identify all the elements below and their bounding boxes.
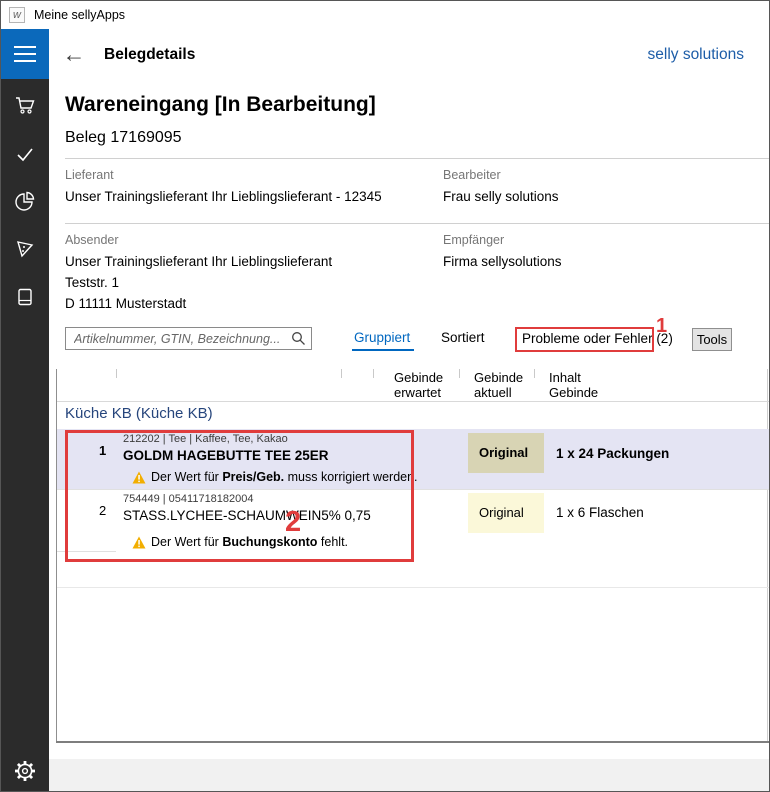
annotation-callout-2: 2 [285, 506, 301, 539]
hamburger-menu-button[interactable] [1, 29, 49, 79]
hamburger-icon [14, 46, 36, 48]
divider [65, 158, 770, 159]
footer-bar [49, 759, 770, 792]
annotation-box-2 [65, 430, 414, 562]
pennant-icon[interactable] [14, 238, 36, 260]
annotation-callout-1: 1 [656, 315, 667, 338]
absender-line: Unser Trainingslieferant Ihr Lieblingsli… [65, 254, 332, 269]
page-title: Belegdetails [104, 46, 195, 64]
gear-icon[interactable] [14, 760, 36, 782]
absender-label: Absender [65, 233, 119, 247]
group-header[interactable]: Küche KB (Küche KB) [65, 405, 213, 422]
table-border-right [767, 369, 768, 743]
window-titlebar: w Meine sellyApps [1, 1, 769, 29]
table-border-bottom [56, 741, 770, 743]
lieferant-label: Lieferant [65, 168, 114, 182]
gebinde-badge[interactable]: Original [468, 433, 544, 473]
column-header-gebinde-erwartet[interactable]: Gebinde erwartet [394, 370, 443, 400]
tools-button[interactable]: Tools [692, 328, 732, 351]
app-logo-icon: w [9, 7, 25, 23]
column-header-gebinde-aktuell[interactable]: Gebinde aktuell [474, 370, 523, 400]
empfaenger-label: Empfänger [443, 233, 504, 247]
book-icon[interactable] [14, 286, 36, 308]
cart-icon[interactable] [14, 94, 36, 116]
window-title: Meine sellyApps [34, 1, 125, 29]
back-button[interactable]: ← [59, 39, 89, 69]
search-icon [291, 331, 306, 346]
divider [65, 223, 770, 224]
inhalt-gebinde-cell: 1 x 24 Packungen [556, 446, 669, 461]
lieferant-value: Unser Trainingslieferant Ihr Lieblingsli… [65, 189, 382, 204]
search-box [65, 327, 312, 350]
empfaenger-value: Firma sellysolutions [443, 254, 562, 269]
absender-line: D 11111 Musterstadt [65, 296, 186, 311]
annotation-box-1 [515, 327, 654, 352]
brand-label: selly solutions [648, 46, 745, 64]
bearbeiter-label: Bearbeiter [443, 168, 501, 182]
column-header-inhalt-gebinde[interactable]: Inhalt Gebinde [549, 370, 598, 400]
search-input[interactable] [72, 329, 287, 348]
active-tab-underline [352, 349, 414, 351]
table-border-left [56, 369, 57, 743]
document-number: Beleg 17169095 [65, 129, 182, 147]
pie-chart-icon[interactable] [14, 190, 36, 212]
checkmark-icon[interactable] [14, 143, 36, 165]
absender-line: Teststr. 1 [65, 275, 119, 290]
inhalt-gebinde-cell: 1 x 6 Flaschen [556, 505, 644, 520]
bearbeiter-value: Frau selly solutions [443, 189, 559, 204]
document-title: Wareneingang [In Bearbeitung] [65, 93, 376, 117]
tab-sortiert[interactable]: Sortiert [441, 330, 485, 345]
gebinde-badge[interactable]: Original [468, 493, 544, 533]
app-window: w Meine sellyApps ← Belegdetails selly s… [0, 0, 770, 792]
tab-gruppiert[interactable]: Gruppiert [354, 330, 410, 345]
sidebar [1, 79, 49, 792]
